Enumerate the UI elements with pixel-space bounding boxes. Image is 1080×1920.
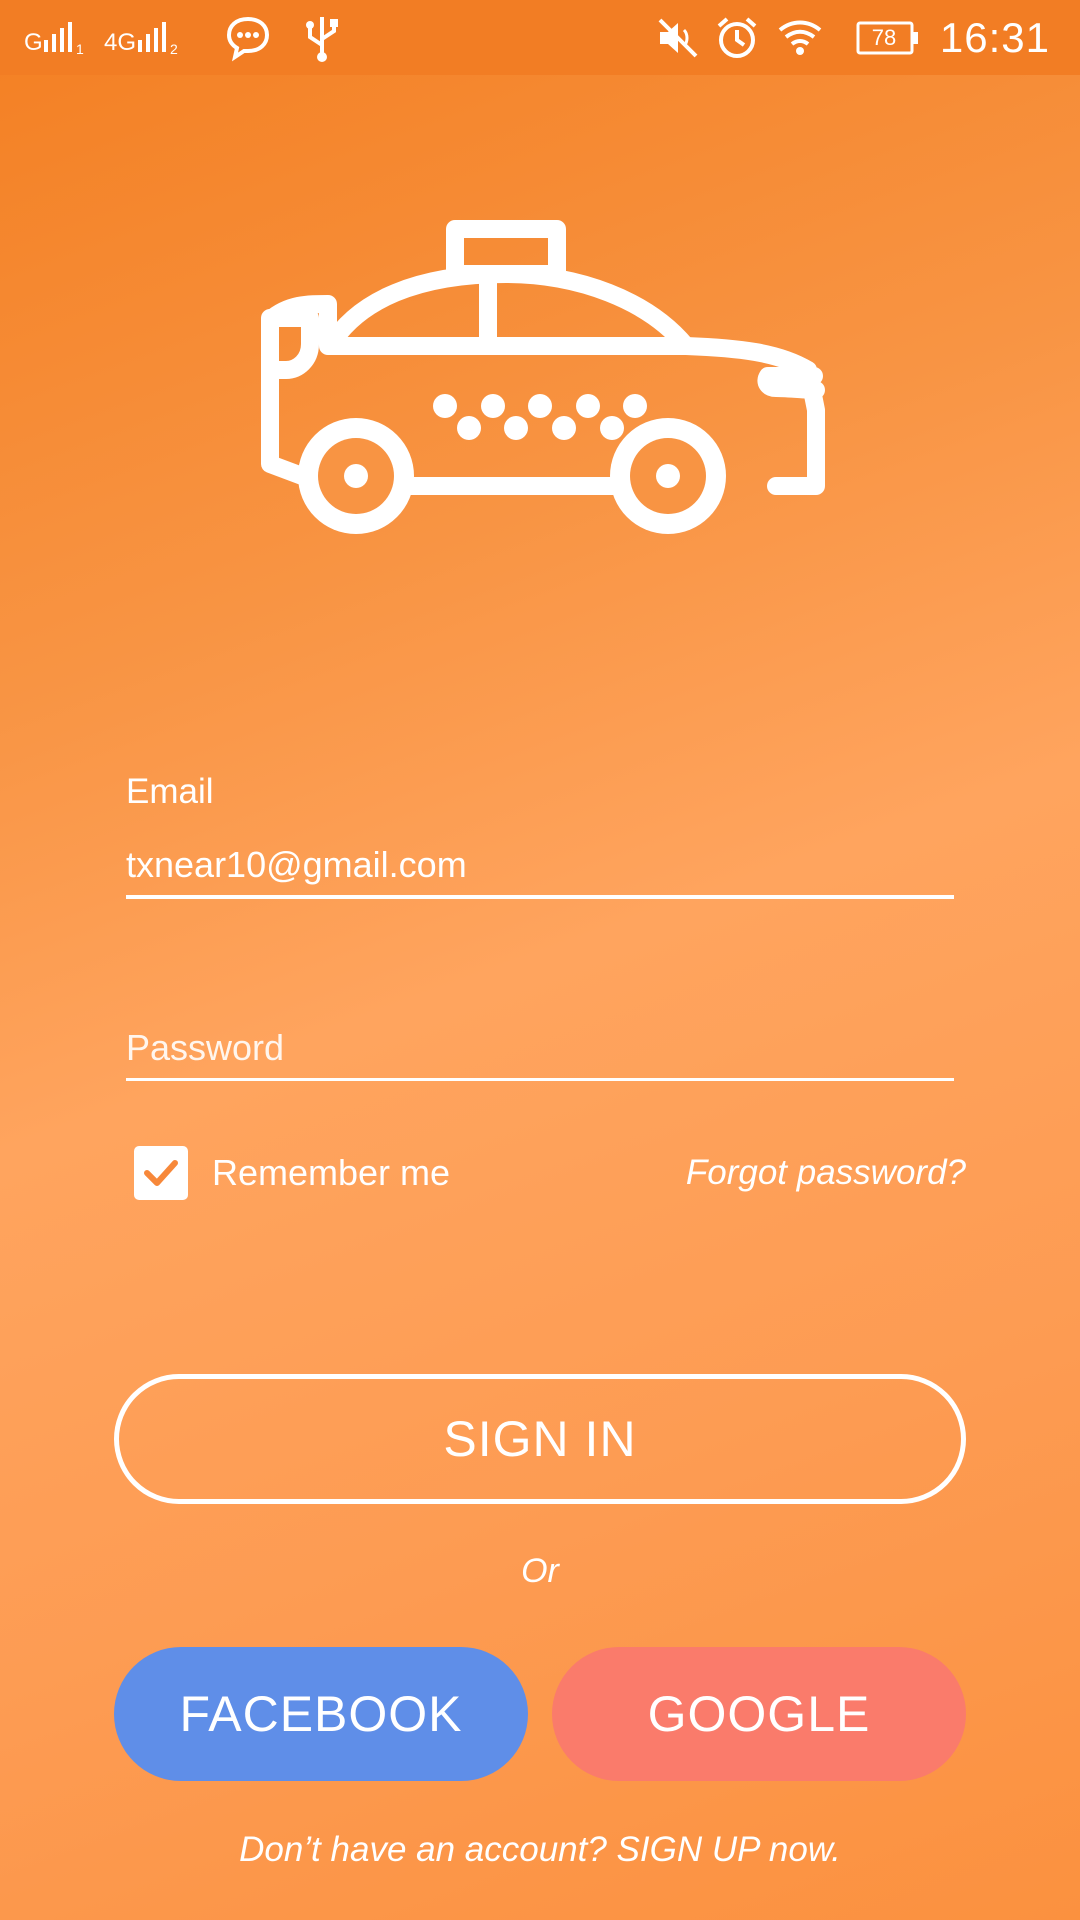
mute-icon [656, 0, 700, 75]
message-icon [224, 0, 272, 75]
facebook-button[interactable]: FACEBOOK [114, 1647, 528, 1781]
remember-me-checkbox[interactable] [134, 1146, 188, 1200]
battery-level: 78 [871, 24, 897, 50]
email-label: Email [126, 772, 214, 811]
svg-text:2: 2 [170, 41, 178, 57]
email-field[interactable] [126, 835, 954, 899]
or-divider: Or [521, 1552, 559, 1590]
sign-in-button[interactable]: SIGN IN [114, 1374, 966, 1504]
taxi-icon [261, 220, 825, 534]
remember-me-row: Remember me [134, 1145, 450, 1201]
forgot-password-link[interactable]: Forgot password? [686, 1145, 966, 1201]
wifi-icon [776, 0, 824, 75]
sign-up-link[interactable]: Don’t have an account? SIGN UP now. [0, 1830, 1080, 1870]
password-field[interactable] [126, 1018, 954, 1081]
check-icon [144, 1160, 178, 1186]
clock: 16:31 [939, 13, 1050, 61]
battery-icon: 78 [856, 0, 920, 75]
svg-text:4G: 4G [104, 29, 136, 56]
svg-text:G: G [24, 29, 43, 56]
signal-icon: G 1 [24, 0, 96, 75]
signal-icon: 4G 2 [104, 0, 194, 75]
remember-me-label[interactable]: Remember me [212, 1152, 450, 1194]
alarm-icon [714, 0, 760, 75]
google-button[interactable]: GOOGLE [552, 1647, 966, 1781]
usb-icon [302, 0, 342, 75]
status-bar: G 1 4G 2 78 16:31 [0, 0, 1080, 75]
svg-text:1: 1 [76, 41, 84, 57]
